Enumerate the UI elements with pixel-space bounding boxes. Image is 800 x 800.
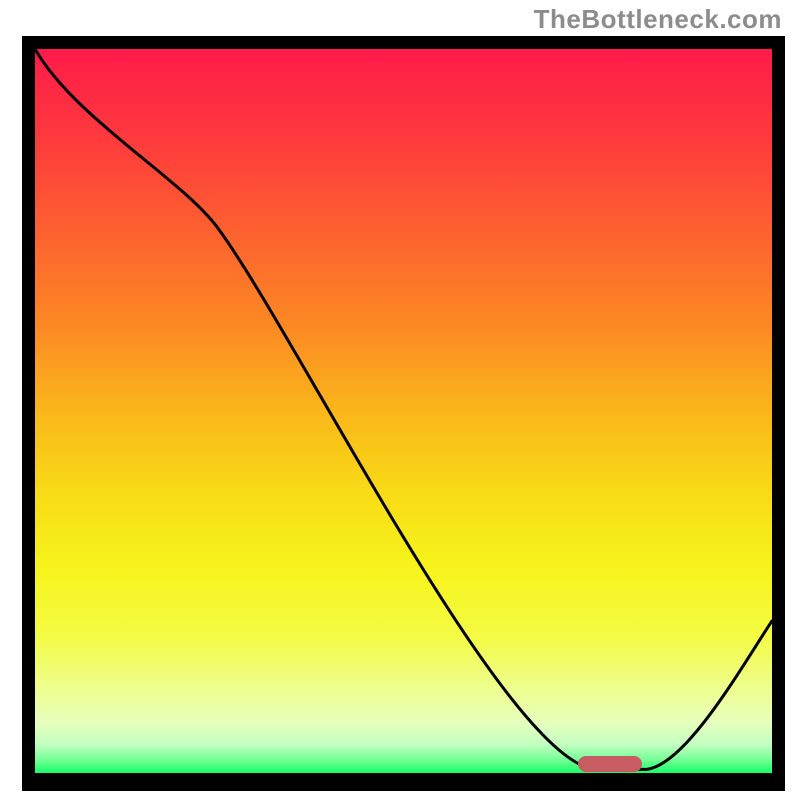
bottleneck-curve [35, 49, 772, 773]
chart-container: TheBottleneck.com [0, 0, 800, 800]
optimal-range-marker [578, 756, 642, 772]
chart-frame [22, 36, 785, 791]
watermark-text: TheBottleneck.com [534, 4, 782, 35]
